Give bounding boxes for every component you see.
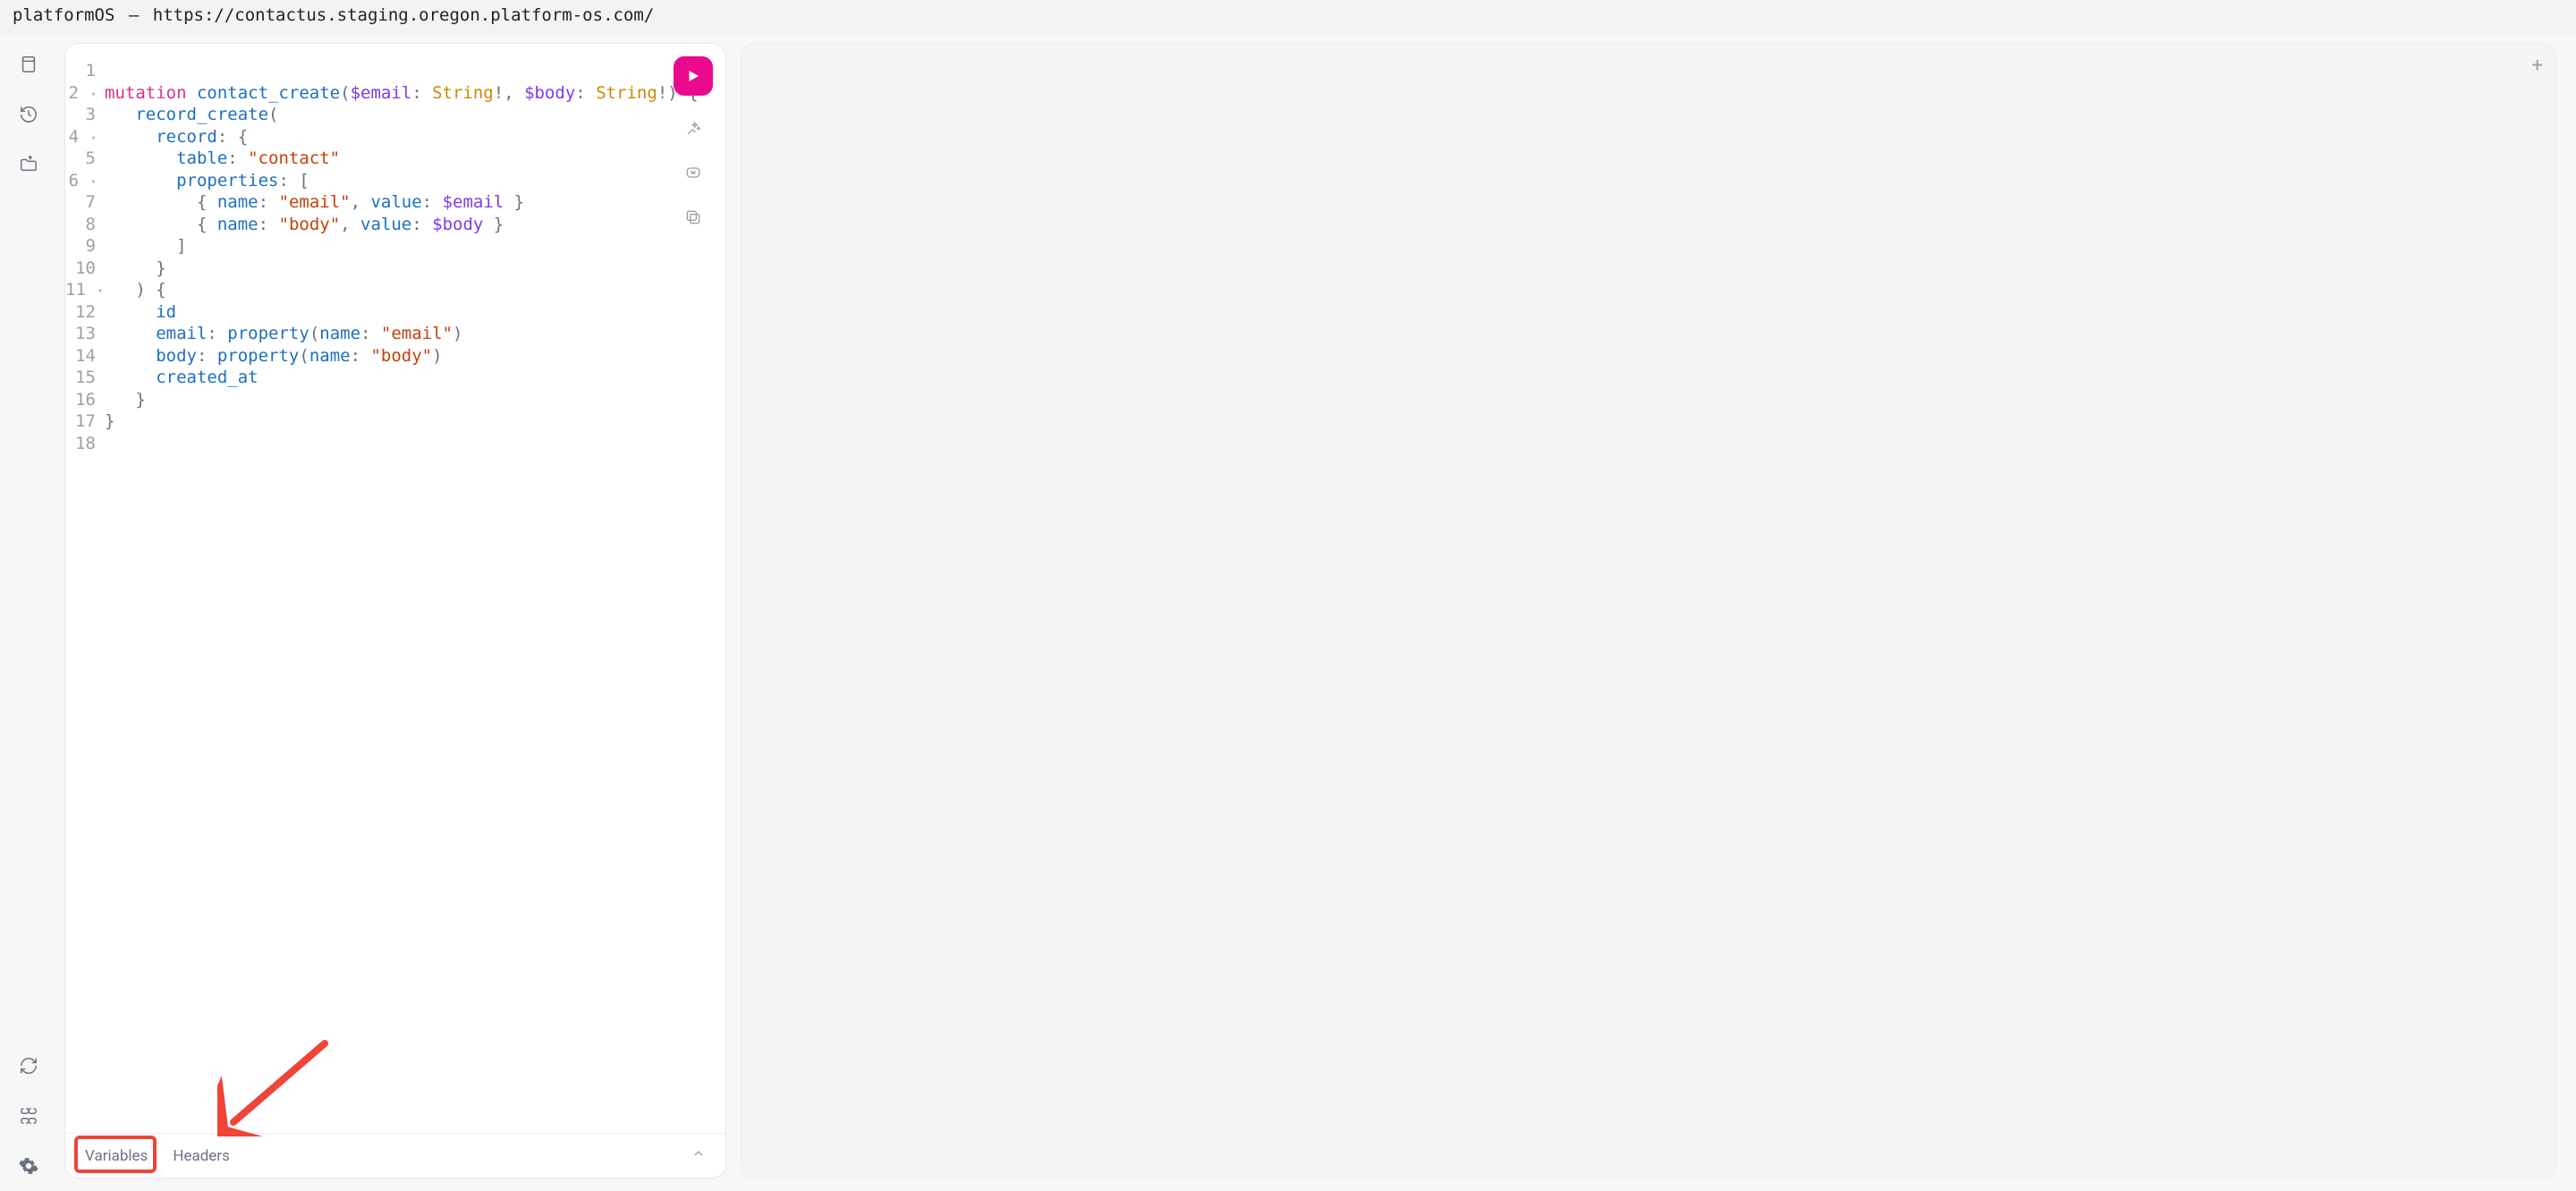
code-line[interactable] xyxy=(105,60,663,82)
line-number: 4 ▾ xyxy=(65,126,96,148)
line-number: 8 xyxy=(65,214,96,236)
titlebar-separator: — xyxy=(129,5,139,25)
code-line[interactable]: body: property(name: "body") xyxy=(105,345,663,367)
sidebar xyxy=(0,34,57,1191)
line-number: 11 ▾ xyxy=(65,279,96,301)
code-line[interactable]: { name: "email", value: $email } xyxy=(105,191,663,214)
code-line[interactable] xyxy=(105,433,663,455)
code-line[interactable]: properties: [ xyxy=(105,170,663,192)
line-number: 17 xyxy=(65,410,96,433)
history-icon[interactable] xyxy=(16,102,41,127)
copy-icon[interactable] xyxy=(681,205,706,230)
code-line[interactable]: } xyxy=(105,389,663,411)
variables-tab[interactable]: Variables xyxy=(85,1147,148,1165)
code-line[interactable]: table: "contact" xyxy=(105,148,663,170)
code-line[interactable]: } xyxy=(105,258,663,280)
folder-icon[interactable] xyxy=(16,152,41,177)
line-gutter: 12 ▾34 ▾56 ▾7891011 ▾12131415161718 xyxy=(65,60,105,1133)
line-number: 10 xyxy=(65,258,96,280)
code-line[interactable]: } xyxy=(105,410,663,433)
code-line[interactable]: ) { xyxy=(105,279,663,301)
code-line[interactable]: { name: "body", value: $body } xyxy=(105,214,663,236)
prettify-icon[interactable] xyxy=(681,115,706,140)
fold-toggle-icon[interactable]: ▾ xyxy=(91,134,96,143)
code-line[interactable]: created_at xyxy=(105,367,663,389)
line-number: 1 xyxy=(65,60,96,82)
clear-icon[interactable] xyxy=(681,160,706,185)
results-panel: + xyxy=(741,43,2556,1178)
line-number: 2 ▾ xyxy=(65,82,96,105)
line-number: 15 xyxy=(65,367,96,389)
code-line[interactable]: mutation contact_create($email: String!,… xyxy=(105,82,663,105)
run-button[interactable] xyxy=(674,56,713,96)
titlebar: platformOS — https://contactus.staging.o… xyxy=(0,0,2576,34)
line-number: 14 xyxy=(65,345,96,367)
keyboard-icon[interactable] xyxy=(16,1103,41,1128)
titlebar-url: https://contactus.staging.oregon.platfor… xyxy=(153,5,655,25)
fold-toggle-icon[interactable]: ▾ xyxy=(97,287,102,296)
line-number: 12 xyxy=(65,301,96,324)
fold-toggle-icon[interactable]: ▾ xyxy=(91,178,96,187)
code-line[interactable]: ] xyxy=(105,235,663,258)
editor-bottom-bar: Variables Headers xyxy=(65,1133,725,1178)
fold-toggle-icon[interactable]: ▾ xyxy=(91,90,96,99)
add-tab-button[interactable]: + xyxy=(2532,56,2543,76)
line-number: 13 xyxy=(65,323,96,345)
line-number: 18 xyxy=(65,433,96,455)
code-editor[interactable]: mutation contact_create($email: String!,… xyxy=(105,60,725,1133)
line-number: 6 ▾ xyxy=(65,170,96,192)
line-number: 5 xyxy=(65,148,96,170)
code-line[interactable]: id xyxy=(105,301,663,324)
code-line[interactable]: record: { xyxy=(105,126,663,148)
code-line[interactable]: record_create( xyxy=(105,104,663,126)
app-name: platformOS xyxy=(13,5,114,25)
refresh-icon[interactable] xyxy=(16,1053,41,1078)
line-number: 7 xyxy=(65,191,96,214)
line-number: 16 xyxy=(65,389,96,411)
expand-bottom-icon[interactable] xyxy=(691,1146,706,1165)
line-number: 3 xyxy=(65,104,96,126)
settings-icon[interactable] xyxy=(16,1153,41,1178)
code-line[interactable]: email: property(name: "email") xyxy=(105,323,663,345)
editor-panel: 12 ▾34 ▾56 ▾7891011 ▾12131415161718 muta… xyxy=(64,43,726,1178)
headers-tab[interactable]: Headers xyxy=(173,1147,230,1165)
line-number: 9 xyxy=(65,235,96,258)
docs-icon[interactable] xyxy=(16,52,41,77)
